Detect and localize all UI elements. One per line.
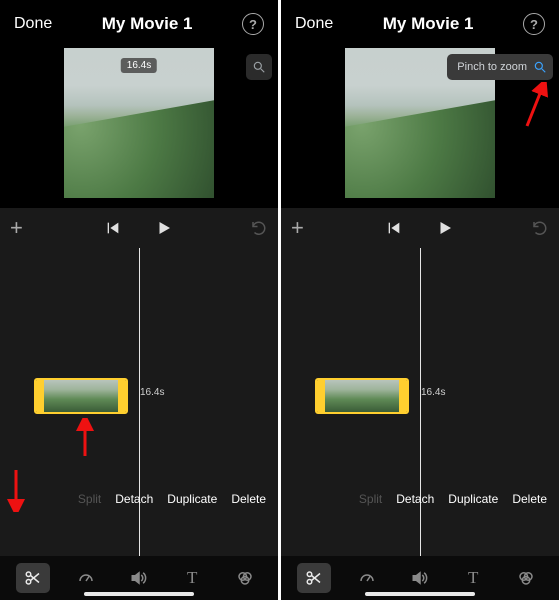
- clip-actions: Split Detach Duplicate Delete: [0, 492, 278, 506]
- detach-action[interactable]: Detach: [396, 492, 434, 506]
- add-media-button[interactable]: +: [291, 215, 304, 241]
- undo-icon[interactable]: [531, 219, 549, 237]
- clip-duration: 16.4s: [421, 387, 445, 398]
- duplicate-action[interactable]: Duplicate: [167, 492, 217, 506]
- playback-row: +: [0, 208, 278, 248]
- done-button[interactable]: Done: [14, 15, 52, 33]
- clip-thumbnail: [325, 380, 399, 412]
- titles-tool[interactable]: T: [175, 563, 209, 593]
- volume-icon: [130, 569, 148, 587]
- annotation-arrow-clip: [74, 418, 96, 458]
- scissors-tool[interactable]: [16, 563, 50, 593]
- timeline[interactable]: 16.4s Split Detach Duplicate Delete: [0, 248, 278, 556]
- header: Done My Movie 1 ?: [0, 0, 278, 48]
- video-clip[interactable]: [34, 378, 128, 414]
- playhead-line[interactable]: [139, 248, 140, 556]
- preview-video[interactable]: 16.4s: [64, 48, 214, 198]
- filters-tool[interactable]: [509, 563, 543, 593]
- scissors-icon: [24, 569, 42, 587]
- clip-duration: 16.4s: [140, 387, 164, 398]
- scissors-icon: [305, 569, 323, 587]
- preview-area: Pinch to zoom: [281, 48, 559, 208]
- text-icon: T: [187, 568, 197, 588]
- project-title: My Movie 1: [383, 14, 474, 34]
- filters-tool[interactable]: [228, 563, 262, 593]
- zoom-hint-label: Pinch to zoom: [457, 61, 527, 73]
- playhead-line[interactable]: [420, 248, 421, 556]
- detach-action[interactable]: Detach: [115, 492, 153, 506]
- volume-tool[interactable]: [122, 563, 156, 593]
- help-icon[interactable]: ?: [242, 13, 264, 35]
- delete-action[interactable]: Delete: [512, 492, 547, 506]
- screenshot-left: Done My Movie 1 ? 16.4s +: [0, 0, 278, 600]
- undo-icon[interactable]: [250, 219, 268, 237]
- speed-tool[interactable]: [69, 563, 103, 593]
- help-icon[interactable]: ?: [523, 13, 545, 35]
- split-action: Split: [359, 492, 382, 506]
- titles-tool[interactable]: T: [456, 563, 490, 593]
- add-media-button[interactable]: +: [10, 215, 23, 241]
- playback-row: +: [281, 208, 559, 248]
- skip-start-icon[interactable]: [105, 220, 121, 236]
- speed-tool[interactable]: [350, 563, 384, 593]
- home-indicator[interactable]: [84, 592, 194, 596]
- volume-icon: [411, 569, 429, 587]
- video-clip[interactable]: [315, 378, 409, 414]
- annotation-arrow-zoom: [519, 82, 549, 128]
- delete-action[interactable]: Delete: [231, 492, 266, 506]
- filters-icon: [236, 569, 254, 587]
- speedometer-icon: [77, 569, 95, 587]
- duplicate-action[interactable]: Duplicate: [448, 492, 498, 506]
- header: Done My Movie 1 ?: [281, 0, 559, 48]
- scissors-tool[interactable]: [297, 563, 331, 593]
- preview-area: 16.4s: [0, 48, 278, 208]
- filters-icon: [517, 569, 535, 587]
- text-icon: T: [468, 568, 478, 588]
- project-title: My Movie 1: [102, 14, 193, 34]
- skip-start-icon[interactable]: [386, 220, 402, 236]
- play-icon[interactable]: [155, 219, 173, 237]
- clip-handle-left[interactable]: [36, 380, 44, 412]
- home-indicator[interactable]: [365, 592, 475, 596]
- zoom-hint-pill[interactable]: Pinch to zoom: [447, 54, 553, 80]
- clip-handle-right[interactable]: [399, 380, 407, 412]
- clip-thumbnail: [44, 380, 118, 412]
- play-icon[interactable]: [436, 219, 454, 237]
- zoom-button[interactable]: [246, 54, 272, 80]
- magnifier-icon: [252, 60, 266, 74]
- speedometer-icon: [358, 569, 376, 587]
- duration-badge: 16.4s: [121, 58, 157, 73]
- clip-handle-right[interactable]: [118, 380, 126, 412]
- clip-actions: Split Detach Duplicate Delete: [281, 492, 559, 506]
- done-button[interactable]: Done: [295, 15, 333, 33]
- split-action: Split: [78, 492, 101, 506]
- magnifier-icon: [533, 60, 547, 74]
- clip-handle-left[interactable]: [317, 380, 325, 412]
- volume-tool[interactable]: [403, 563, 437, 593]
- screenshot-right: Done My Movie 1 ? Pinch to zoom +: [281, 0, 559, 600]
- timeline[interactable]: 16.4s Split Detach Duplicate Delete: [281, 248, 559, 556]
